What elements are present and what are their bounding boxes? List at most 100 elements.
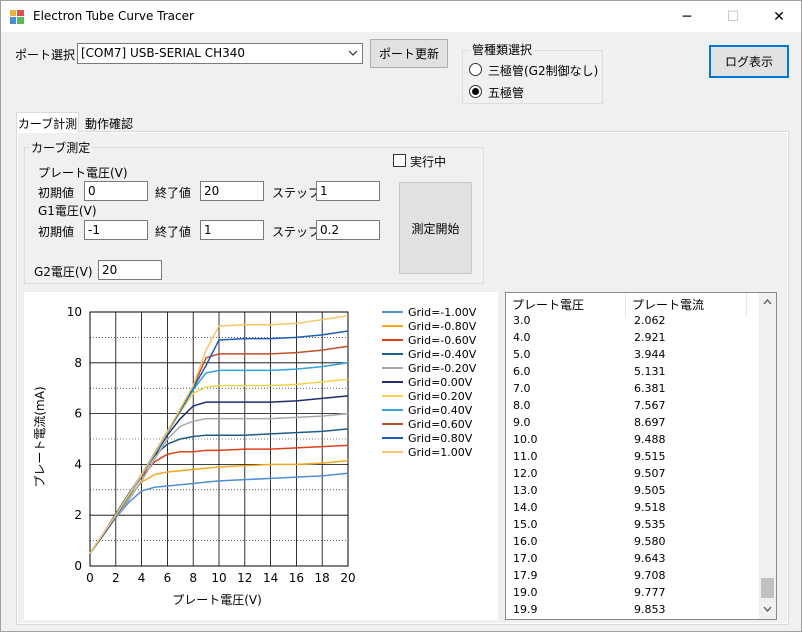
list-row[interactable]: 19.9 9.853 <box>506 601 746 618</box>
x-tick-label: 10 <box>211 571 226 585</box>
plate-start-label: 初期値 <box>38 186 75 200</box>
cell-plate-voltage: 11.0 <box>513 450 538 463</box>
minimize-button[interactable]: ─ <box>664 1 710 32</box>
running-checkbox[interactable] <box>393 154 406 167</box>
running-label: 実行中 <box>410 155 447 169</box>
cell-plate-voltage: 14.0 <box>513 501 538 514</box>
pentode-radio[interactable] <box>469 85 482 98</box>
log-view-button[interactable]: ログ表示 <box>709 45 789 78</box>
start-measure-button[interactable]: 測定開始 <box>399 182 472 274</box>
cell-plate-current: 9.518 <box>634 501 666 514</box>
legend-entry: Grid=-1.00V <box>408 306 477 319</box>
cell-plate-voltage: 15.0 <box>513 518 538 531</box>
list-row[interactable]: 15.0 9.535 <box>506 516 746 533</box>
legend-entry: Grid=0.20V <box>408 390 473 403</box>
pentode-radio-label[interactable]: 五極管 <box>488 84 524 101</box>
g1-start-input[interactable]: -1 <box>84 220 148 240</box>
data-list[interactable]: プレート電圧 プレート電流 3.0 2.062 4.0 2.921 5.0 3.944 6.… <box>505 292 777 620</box>
plate-step-label: ステップ <box>272 186 321 200</box>
cell-plate-current: 8.697 <box>634 416 666 429</box>
cell-plate-voltage: 6.0 <box>513 365 531 378</box>
close-button[interactable]: ✕ <box>756 1 802 32</box>
list-row[interactable]: 9.0 8.697 <box>506 414 746 431</box>
scroll-up-icon[interactable] <box>763 299 772 305</box>
triode-radio-label[interactable]: 三極管(G2制御なし) <box>488 62 598 79</box>
cell-plate-voltage: 7.0 <box>513 382 531 395</box>
maximize-icon: ☐ <box>726 8 740 25</box>
tab-operation-check[interactable]: 動作確認 <box>79 115 139 132</box>
x-tick-label: 14 <box>263 571 278 585</box>
cell-plate-current: 9.515 <box>634 450 666 463</box>
list-row[interactable]: 8.0 7.567 <box>506 397 746 414</box>
cell-plate-current: 9.580 <box>634 535 666 548</box>
list-row[interactable]: 10.0 9.488 <box>506 431 746 448</box>
list-row[interactable]: 3.0 2.062 <box>506 312 746 329</box>
port-refresh-button[interactable]: ポート更新 <box>370 39 448 68</box>
g1-start-label: 初期値 <box>38 225 75 239</box>
maximize-button[interactable]: ☐ <box>710 1 756 32</box>
legend-entry: Grid=-0.60V <box>408 334 477 347</box>
cell-plate-current: 9.853 <box>634 603 666 616</box>
list-row[interactable]: 14.0 9.518 <box>506 499 746 516</box>
scroll-down-icon[interactable] <box>763 606 772 612</box>
legend-entry: Grid=-0.80V <box>408 320 477 333</box>
g1-step-input[interactable]: 0.2 <box>316 220 380 240</box>
list-row[interactable]: 11.0 9.515 <box>506 448 746 465</box>
cell-plate-voltage: 10.0 <box>513 433 538 446</box>
legend-entry: Grid=0.40V <box>408 404 473 417</box>
list-row[interactable]: 19.0 9.777 <box>506 584 746 601</box>
minimize-icon: ─ <box>682 8 692 25</box>
list-row[interactable]: 12.0 9.507 <box>506 465 746 482</box>
legend-entry: Grid=1.00V <box>408 446 473 459</box>
list-row[interactable]: 13.0 9.505 <box>506 482 746 499</box>
list-scrollbar[interactable] <box>759 293 776 619</box>
y-tick-label: 0 <box>74 559 82 573</box>
x-tick-label: 0 <box>86 571 94 585</box>
cell-plate-current: 2.062 <box>634 314 666 327</box>
x-tick-label: 4 <box>138 571 146 585</box>
tab-curve-measure[interactable]: カーブ計測 <box>16 112 79 133</box>
cell-plate-current: 9.535 <box>634 518 666 531</box>
chart-panel: 0 2 4 6 8 10 12 14 16 18 20 0 2 4 6 8 10 Grid=-1.00V Grid… <box>24 292 498 620</box>
main-window: Electron Tube Curve Tracer ─ ☐ ✕ ポート選択 [… <box>0 0 802 632</box>
close-icon: ✕ <box>773 8 785 25</box>
port-selected-value: [COM7] USB-SERIAL CH340 <box>81 46 246 60</box>
x-tick-label: 20 <box>340 571 355 585</box>
cell-plate-current: 9.507 <box>634 467 666 480</box>
g1-voltage-label: G1電圧(V) <box>38 204 97 218</box>
plate-step-input[interactable]: 1 <box>316 181 380 201</box>
plate-end-label: 終了値 <box>155 186 192 200</box>
list-row[interactable]: 5.0 3.944 <box>506 346 746 363</box>
list-row[interactable]: 16.0 9.580 <box>506 533 746 550</box>
cell-plate-current: 5.131 <box>634 365 666 378</box>
legend-entry: Grid=0.00V <box>408 376 473 389</box>
triode-radio[interactable] <box>469 63 482 76</box>
g2-voltage-input[interactable]: 20 <box>98 260 162 280</box>
list-row[interactable]: 7.0 6.381 <box>506 380 746 397</box>
plate-end-input[interactable]: 20 <box>200 181 264 201</box>
g1-step-label: ステップ <box>272 225 321 239</box>
list-row[interactable]: 17.9 9.708 <box>506 567 746 584</box>
legend-entry: Grid=0.60V <box>408 418 473 431</box>
x-axis-label: プレート電圧(V) <box>172 593 262 607</box>
plate-start-input[interactable]: 0 <box>84 181 148 201</box>
port-select[interactable]: [COM7] USB-SERIAL CH340 <box>77 43 363 64</box>
g2-voltage-label: G2電圧(V) <box>34 265 93 279</box>
window-title: Electron Tube Curve Tracer <box>33 9 194 23</box>
cell-plate-current: 3.944 <box>634 348 666 361</box>
plate-voltage-label: プレート電圧(V) <box>38 166 128 180</box>
g1-end-input[interactable]: 1 <box>200 220 264 240</box>
y-tick-label: 6 <box>74 407 82 421</box>
cell-plate-voltage: 19.0 <box>513 586 538 599</box>
x-tick-label: 18 <box>315 571 330 585</box>
scroll-thumb[interactable] <box>761 578 774 598</box>
cell-plate-voltage: 19.9 <box>513 603 538 616</box>
list-row[interactable]: 6.0 5.131 <box>506 363 746 380</box>
list-row[interactable]: 4.0 2.921 <box>506 329 746 346</box>
cell-plate-current: 6.381 <box>634 382 666 395</box>
cell-plate-voltage: 13.0 <box>513 484 538 497</box>
cell-plate-voltage: 5.0 <box>513 348 531 361</box>
list-row[interactable]: 17.0 9.643 <box>506 550 746 567</box>
cell-plate-voltage: 17.9 <box>513 569 538 582</box>
title-bar[interactable]: Electron Tube Curve Tracer ─ ☐ ✕ <box>1 1 801 32</box>
